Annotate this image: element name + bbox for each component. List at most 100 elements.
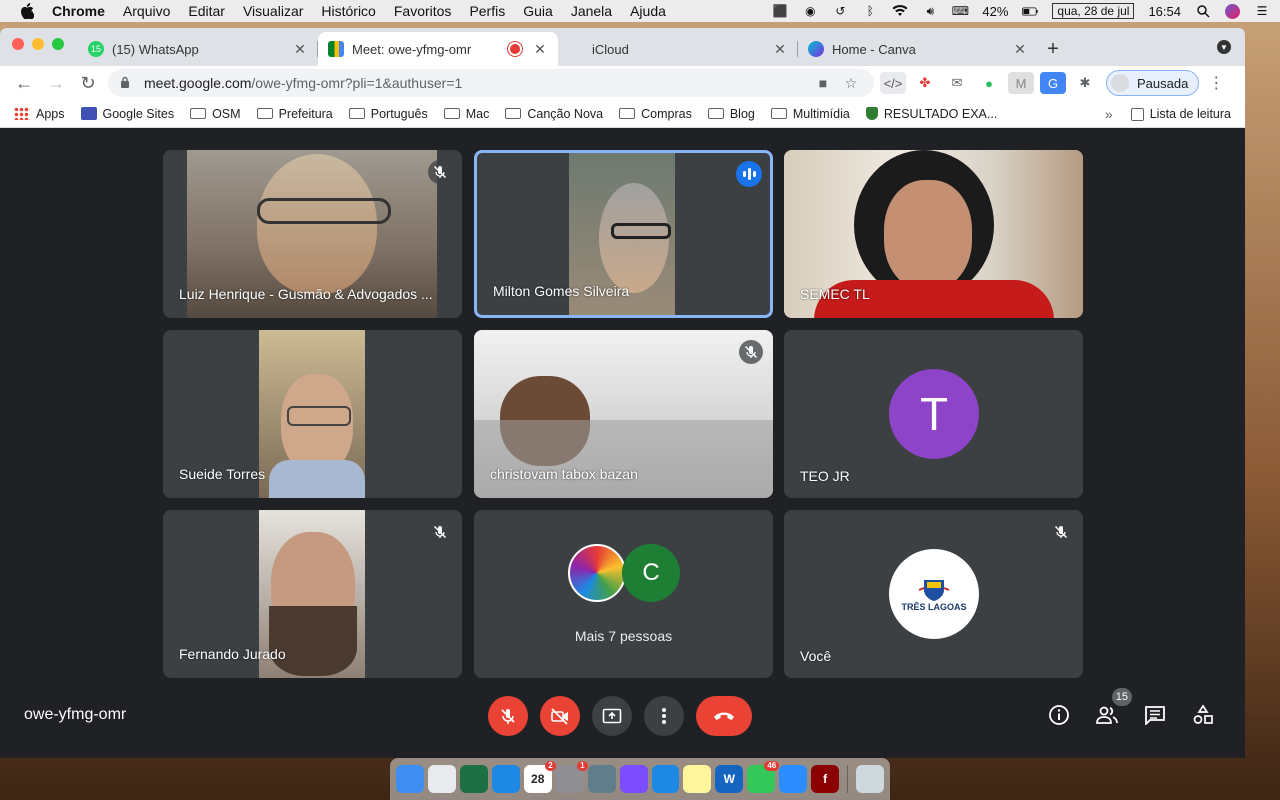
menu-ajuda[interactable]: Ajuda xyxy=(630,3,666,19)
messages-icon[interactable]: 46 xyxy=(747,761,780,793)
keyboard-input-icon[interactable]: ⌨︎ xyxy=(952,4,969,18)
activities-button[interactable] xyxy=(1188,700,1218,730)
system-preferences-icon[interactable]: 1 xyxy=(555,761,588,793)
menu-bar-date[interactable]: qua, 28 de jul xyxy=(1052,3,1135,19)
menu-arquivo[interactable]: Arquivo xyxy=(123,3,170,19)
safari-icon[interactable] xyxy=(491,765,520,793)
present-screen-button[interactable] xyxy=(592,696,632,736)
scanner-icon[interactable] xyxy=(587,765,616,793)
lock-icon[interactable] xyxy=(120,76,134,91)
url-path: /owe-yfmg-omr?pli=1&authuser=1 xyxy=(251,75,463,91)
participant-tile-speaking[interactable]: Milton Gomes Silveira xyxy=(474,150,773,318)
bookmark-compras[interactable]: Compras xyxy=(619,107,692,121)
chrome-menu-icon[interactable]: ⋮ xyxy=(1205,73,1227,93)
zoom-window-button[interactable] xyxy=(52,38,64,50)
tab-meet[interactable]: Meet: owe-yfmg-omr ✕ xyxy=(318,32,558,66)
time-machine-icon[interactable]: ↺ xyxy=(832,4,848,18)
extension-m-icon[interactable]: M xyxy=(1008,72,1034,94)
bluetooth-icon[interactable]: ᛒ xyxy=(862,4,878,18)
excel-icon[interactable] xyxy=(459,765,488,793)
battery-icon[interactable] xyxy=(1022,4,1039,18)
participant-tile[interactable]: christovam tabox bazan xyxy=(474,330,773,498)
bookmark-star-icon[interactable]: ☆ xyxy=(840,75,862,92)
bookmark-apps[interactable]: Apps xyxy=(14,107,65,121)
spotlight-search-icon[interactable] xyxy=(1195,4,1211,18)
word-icon[interactable]: W xyxy=(715,765,744,793)
menu-editar[interactable]: Editar xyxy=(188,3,225,19)
app-store-icon[interactable] xyxy=(651,765,680,793)
siri-icon[interactable] xyxy=(1225,3,1240,19)
extension-translate-icon[interactable]: G xyxy=(1040,72,1066,94)
apple-menu-icon[interactable] xyxy=(18,2,36,20)
volume-icon[interactable]: 🔊︎ xyxy=(922,4,938,18)
close-window-button[interactable] xyxy=(12,38,24,50)
zoom-icon[interactable] xyxy=(779,765,808,793)
bookmark-multimidia[interactable]: Multimídia xyxy=(770,107,850,121)
people-button[interactable]: 15 xyxy=(1092,688,1132,730)
profile-button[interactable]: Pausada xyxy=(1106,70,1200,96)
menu-visualizar[interactable]: Visualizar xyxy=(243,3,303,19)
close-tab-icon[interactable]: ✕ xyxy=(772,41,788,58)
bookmark-osm[interactable]: OSM xyxy=(190,107,241,121)
tab-canva[interactable]: Home - Canva ✕ xyxy=(798,32,1038,66)
participant-tile[interactable]: Sueide Torres xyxy=(163,330,462,498)
chat-button[interactable] xyxy=(1140,700,1170,730)
chrome-icon[interactable] xyxy=(427,765,456,793)
back-button[interactable]: ← xyxy=(8,69,40,97)
control-center-icon[interactable]: ☰ xyxy=(1254,4,1270,18)
calendar-icon[interactable]: 28 2 xyxy=(523,761,556,793)
bookmark-portugues[interactable]: Português xyxy=(348,107,428,121)
more-options-button[interactable] xyxy=(644,696,684,736)
toggle-mic-button[interactable] xyxy=(488,696,528,736)
forward-button[interactable]: → xyxy=(40,69,72,97)
participant-tile[interactable]: T TEO JR xyxy=(784,330,1083,498)
menu-historico[interactable]: Histórico xyxy=(321,3,375,19)
address-bar[interactable]: meet.google.com/owe-yfmg-omr?pli=1&authu… xyxy=(108,69,874,97)
participant-tile[interactable]: Luiz Henrique - Gusmão & Advogados ... xyxy=(163,150,462,318)
menu-bar-time[interactable]: 16:54 xyxy=(1148,4,1181,19)
menu-perfis[interactable]: Perfis xyxy=(469,3,505,19)
extension-gmail-icon[interactable]: ✉ xyxy=(944,72,970,94)
close-tab-icon[interactable]: ✕ xyxy=(292,41,308,58)
bookmark-blog[interactable]: Blog xyxy=(707,107,755,121)
menu-favoritos[interactable]: Favoritos xyxy=(394,3,452,19)
bookmark-resultado[interactable]: RESULTADO EXA... xyxy=(865,107,997,121)
bookmark-google-sites[interactable]: Google Sites xyxy=(80,107,174,121)
toggle-camera-button[interactable] xyxy=(540,696,580,736)
extensions-puzzle-icon[interactable]: ✱ xyxy=(1072,72,1098,94)
trash-icon[interactable] xyxy=(856,765,885,793)
minimize-window-button[interactable] xyxy=(32,38,44,50)
bookmark-mac[interactable]: Mac xyxy=(443,107,489,121)
bookmark-prefeitura[interactable]: Prefeitura xyxy=(256,107,333,121)
reading-list[interactable]: Lista de leitura xyxy=(1130,107,1231,121)
tab-whatsapp[interactable]: 15 (15) WhatsApp ✕ xyxy=(78,32,318,66)
notes-icon[interactable] xyxy=(683,765,712,793)
menu-janela[interactable]: Janela xyxy=(571,3,612,19)
notification-icon[interactable]: ⬛ xyxy=(772,4,788,18)
bookmark-cancao-nova[interactable]: Canção Nova xyxy=(505,107,603,121)
flash-icon[interactable]: f xyxy=(811,765,840,793)
tab-icloud[interactable]: iCloud ✕ xyxy=(558,32,798,66)
participant-tile[interactable]: SEMEC TL xyxy=(784,150,1083,318)
tab-search-icon[interactable]: ▼ xyxy=(1217,40,1231,54)
extension-devtools-icon[interactable]: </> xyxy=(880,72,906,94)
more-bookmarks-icon[interactable]: » xyxy=(1105,106,1113,122)
close-tab-icon[interactable]: ✕ xyxy=(1012,41,1028,58)
affinity-icon[interactable] xyxy=(619,765,648,793)
wifi-icon[interactable] xyxy=(892,4,908,18)
menu-app-name[interactable]: Chrome xyxy=(52,3,105,19)
extension-diagram-icon[interactable]: ✤ xyxy=(912,72,938,94)
gamepad-icon[interactable]: ◉ xyxy=(802,4,818,18)
extension-evernote-icon[interactable]: ● xyxy=(976,72,1002,94)
leave-call-button[interactable] xyxy=(696,696,752,736)
menu-guia[interactable]: Guia xyxy=(523,3,553,19)
participant-tile[interactable]: Fernando Jurado xyxy=(163,510,462,678)
meeting-details-button[interactable] xyxy=(1044,700,1074,730)
self-tile[interactable]: TRÊS LAGOAS Você xyxy=(784,510,1083,678)
reload-button[interactable]: ↻ xyxy=(72,69,104,97)
finder-icon[interactable] xyxy=(396,765,424,793)
new-tab-button[interactable]: + xyxy=(1038,32,1068,66)
more-participants-tile[interactable]: C Mais 7 pessoas xyxy=(474,510,773,678)
close-tab-icon[interactable]: ✕ xyxy=(532,41,548,58)
camera-permission-icon[interactable]: ■ xyxy=(812,75,834,91)
